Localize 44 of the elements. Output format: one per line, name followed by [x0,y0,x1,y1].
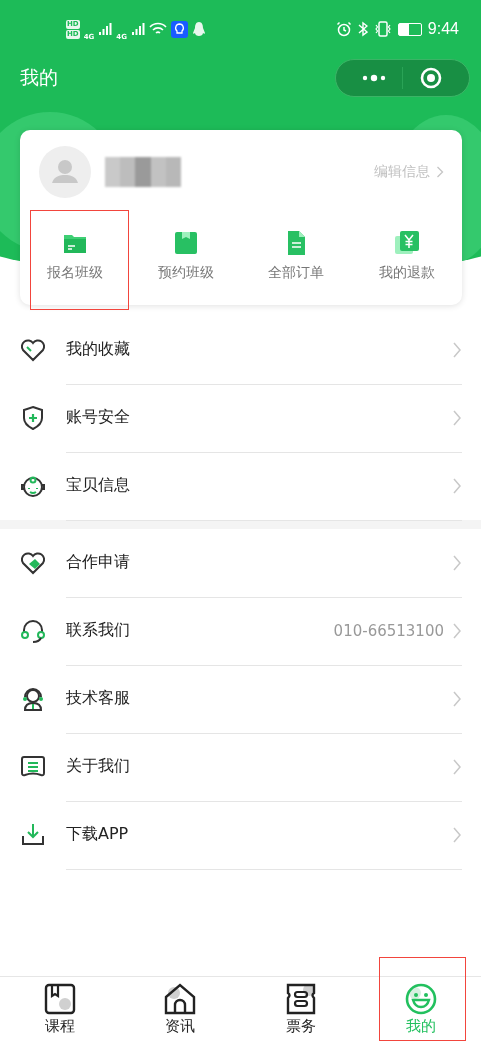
vibrate-icon [373,21,392,37]
heart-icon [19,336,47,364]
penguin-icon [191,20,206,38]
bluetooth-icon [357,21,368,37]
chevron-icon [452,689,462,708]
signal-icon [98,23,113,35]
signal-icon [130,23,145,35]
chevron-icon [452,340,462,359]
shortcut-item[interactable]: 报名班级 [20,216,131,282]
menu-item[interactable]: 宝贝信息 [0,452,481,520]
chevron-icon [436,166,444,178]
refund-icon [393,230,420,256]
wifi-icon [148,22,167,36]
tab-item[interactable]: 课程 [0,977,121,1042]
chevron-icon [452,621,462,640]
chevron-icon [452,553,462,572]
phone-number: 010-66513100 [333,621,444,640]
menu-item[interactable]: 技术客服 [0,665,481,733]
chevron-icon [452,757,462,776]
battery-icon [397,22,422,36]
clock-time: 9:44 [427,20,459,38]
smile-icon [403,982,438,1016]
shortcut-item[interactable]: 我的退款 [351,216,462,282]
menu-item[interactable]: 关于我们 [0,733,481,801]
bookmark-icon [172,230,199,256]
chevron-icon [452,825,462,844]
shortcut-item[interactable]: 全部订单 [241,216,352,282]
shortcut-item[interactable]: 预约班级 [130,216,241,282]
chevron-icon [452,476,462,495]
menu-item[interactable]: 联系我们 010-66513100 [0,597,481,665]
tab-item[interactable]: 票务 [240,977,361,1042]
house-icon [163,982,198,1016]
menu-item[interactable]: 我的收藏 [0,316,481,384]
lightbulb-app-icon [170,20,188,38]
menu-item[interactable]: 合作申请 [0,529,481,597]
book-icon [43,982,78,1016]
tab-item[interactable]: 资讯 [120,977,241,1042]
chevron-icon [452,408,462,427]
handshake-icon [19,549,47,577]
alarm-icon [335,21,352,37]
page-title: 我的 [20,65,58,90]
headset-icon [19,617,47,645]
menu-item[interactable]: 账号安全 [0,384,481,452]
menu-item[interactable]: 下载APP [0,801,481,869]
